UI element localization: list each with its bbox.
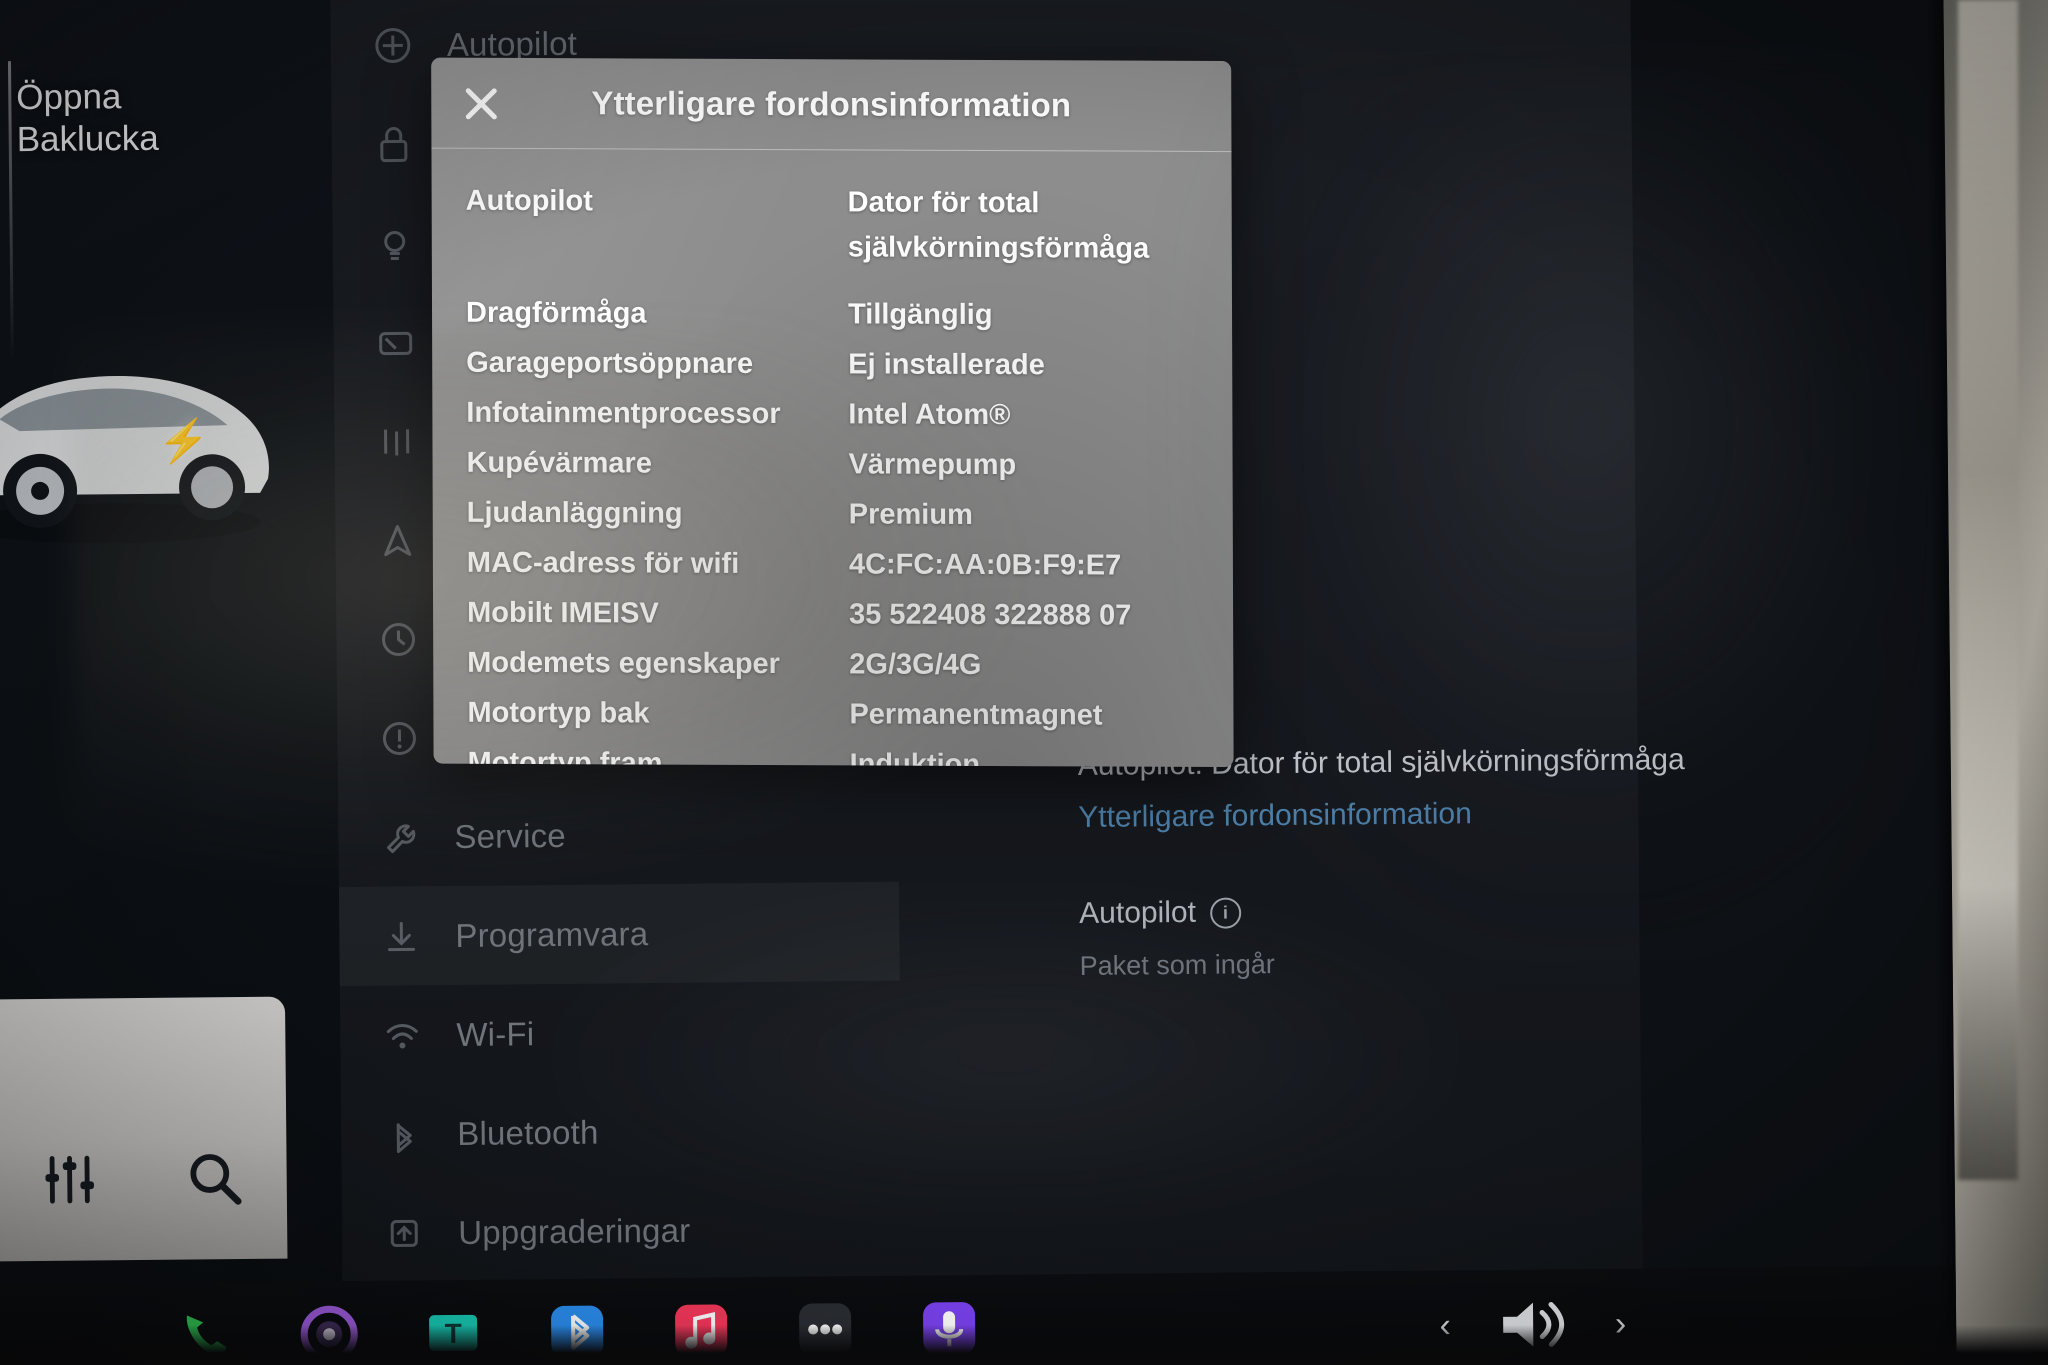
spec-value: 35 522408 322888 07 [849, 598, 1132, 632]
display-icon [379, 331, 413, 355]
trips-icon [384, 428, 410, 456]
spec-value: Induktion [849, 748, 981, 768]
quick-controls-bar [0, 996, 288, 1262]
spec-key: Modemets egenskaper [467, 646, 780, 681]
sliders-icon[interactable] [38, 1148, 101, 1211]
car-model-illustration [0, 375, 269, 544]
dialog-title: Ytterligare fordonsinformation [591, 84, 1072, 124]
vehicle-visualization-panel: Öppna Baklucka ⚡ [0, 0, 343, 1290]
info-icon[interactable]: i [1209, 896, 1242, 929]
software-detail-column: Autopilot: Dator för total självkörnings… [1078, 743, 1685, 982]
spec-key: Kupévärmare [466, 446, 652, 480]
spec-value: Värmepump [848, 448, 1017, 482]
trunk-divider [7, 61, 14, 362]
lightbulb-icon [384, 230, 406, 260]
spec-row: Ljudanläggning Premium [467, 491, 1199, 539]
spec-row: Infotainmentprocessor Intel Atom® [466, 391, 1198, 439]
open-trunk-control[interactable]: Öppna Baklucka [16, 75, 257, 161]
spec-row: Mobilt IMEISV 35 522408 322888 07 [467, 591, 1199, 639]
autopilot-heading-label: Autopilot [1079, 895, 1197, 930]
spec-row: Motortyp fram Induktion [468, 741, 1200, 767]
autopilot-section-heading: Autopilot i [1079, 892, 1639, 931]
spec-key: Ljudanläggning [466, 496, 683, 530]
dialog-header: Ytterligare fordonsinformation [431, 57, 1232, 153]
bluetooth-icon [396, 1123, 412, 1153]
safety-icon [382, 721, 416, 755]
spec-row: MAC-adress för wifi 4C:FC:AA:0B:F9:E7 [467, 541, 1199, 589]
environment-highlight [1958, 0, 2018, 1180]
spec-row: Garageportsöppnare Ej installerade [466, 341, 1198, 389]
schedule-icon [382, 622, 416, 656]
additional-vehicle-information-link[interactable]: Ytterligare fordonsinformation [1078, 796, 1638, 835]
sidebar-item-label: Wi-Fi [456, 1014, 535, 1053]
spec-value: Permanentmagnet [849, 698, 1103, 732]
spec-key: Motortyp bak [467, 696, 650, 730]
spec-key: Autopilot [465, 184, 593, 218]
spec-key: MAC-adress för wifi [466, 546, 740, 580]
sidebar-item-uppgraderingar[interactable]: Uppgraderingar [342, 1179, 903, 1283]
spec-value: Tillgänglig [847, 298, 993, 332]
autopilot-icon [375, 27, 411, 63]
spec-value: Ej installerade [848, 348, 1045, 382]
dialog-specification-list: Autopilot Dator för total självkörningsfö… [431, 149, 1233, 767]
search-icon[interactable] [183, 1147, 246, 1210]
sidebar-item-programvara[interactable]: Programvara [338, 881, 900, 987]
spec-value: Intel Atom® [848, 398, 1011, 432]
download-icon [388, 921, 416, 951]
spec-key: Garageportsöppnare [466, 346, 754, 380]
environment-bottom-shadow [0, 1325, 2048, 1365]
sidebar-item-service[interactable]: Service [338, 783, 899, 887]
tesla-touchscreen: Öppna Baklucka ⚡ Autopilot Service Progr… [0, 0, 1957, 1365]
navigation-icon [384, 524, 412, 556]
spec-value: Dator för total självkörningsförmåga [847, 186, 1150, 265]
spec-key: Infotainmentprocessor [466, 396, 781, 431]
included-package-label: Paket som ingår [1079, 949, 1275, 981]
spec-value: Premium [848, 498, 973, 531]
sidebar-item-label: Programvara [455, 914, 649, 954]
wifi-icon [386, 1023, 418, 1048]
sidebar-item-label: Service [454, 816, 567, 855]
spec-key: Mobilt IMEISV [467, 596, 659, 630]
spec-row: Kupévärmare Värmepump [466, 441, 1198, 489]
spec-row: Autopilot Dator för total självkörningsfö… [466, 179, 1198, 272]
spec-row: Motortyp bak Permanentmagnet [467, 691, 1199, 739]
spec-value: 2G/3G/4G [849, 648, 982, 681]
open-trunk-line1: Öppna [16, 77, 122, 118]
service-icon [387, 823, 416, 853]
spec-key: Motortyp fram [467, 746, 663, 768]
charging-bolt-icon: ⚡ [157, 417, 211, 465]
sidebar-item-label: Bluetooth [457, 1113, 599, 1152]
sidebar-item-bluetooth[interactable]: Bluetooth [341, 1080, 902, 1184]
lock-icon [380, 126, 408, 162]
spec-value: 4C:FC:AA:0B:F9:E7 [848, 548, 1122, 582]
sidebar-item-label: Uppgraderingar [458, 1211, 691, 1251]
photo-of-tesla-touchscreen: Öppna Baklucka ⚡ Autopilot Service Progr… [0, 0, 2048, 1365]
open-trunk-line2: Baklucka [16, 118, 159, 160]
upgrade-icon [390, 1219, 418, 1247]
spec-key: Dragförmåga [465, 296, 647, 330]
close-icon[interactable] [459, 82, 503, 126]
additional-vehicle-information-dialog: Ytterligare fordonsinformation Autopilot… [431, 57, 1234, 768]
sidebar-item-wi-fi[interactable]: Wi-Fi [340, 981, 901, 1085]
spec-row: Dragförmåga Tillgänglig [466, 291, 1198, 339]
spec-row: Modemets egenskaper 2G/3G/4G [467, 641, 1199, 689]
